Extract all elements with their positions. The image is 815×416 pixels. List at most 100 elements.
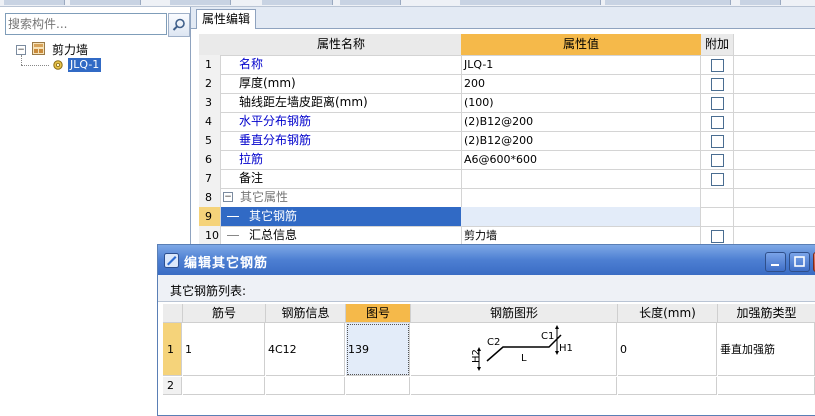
extra-checkbox[interactable] [711, 78, 724, 91]
extra-checkbox[interactable] [711, 116, 724, 129]
toolbar-dropdown[interactable] [262, 0, 333, 5]
property-value[interactable]: JLQ-1 [461, 55, 701, 74]
property-name-cell[interactable]: 厚度(mm) [221, 74, 462, 93]
dialog-cell-bar_no[interactable]: 1 [183, 323, 265, 376]
dialog-cell-fig[interactable] [346, 377, 410, 395]
extra-cell [701, 74, 734, 93]
minimize-icon [771, 264, 779, 266]
property-row[interactable]: 9 其它钢筋 [199, 207, 815, 227]
dialog-row-number: 1 [163, 323, 182, 376]
property-value[interactable]: (2)B12@200 [461, 131, 701, 150]
row-number: 10 [199, 226, 221, 245]
dialog-cell-shape[interactable] [411, 377, 617, 395]
property-row[interactable]: 2 厚度(mm) 200 [199, 74, 815, 94]
tab-property-edit[interactable]: 属性编辑 [196, 9, 256, 29]
dialog-header-shape: 钢筋图形 [411, 304, 618, 323]
property-name-cell[interactable]: 拉筋 [221, 150, 462, 169]
property-value[interactable] [461, 207, 701, 226]
property-name: 垂直分布钢筋 [239, 133, 312, 147]
group-collapse-toggle[interactable]: − [223, 192, 233, 202]
dialog-header-info: 钢筋信息 [266, 304, 346, 323]
tree-item-jlq1[interactable]: JLQ-1 [68, 58, 102, 72]
maximize-icon [794, 256, 805, 267]
dialog-cell-info[interactable] [266, 377, 345, 395]
property-value[interactable]: (2)B12@200 [461, 112, 701, 131]
dialog-cell-shape[interactable]: C2 C1 L H1 H2 [411, 323, 617, 376]
shape-label-h2: H2 [471, 349, 482, 363]
toolbar-button[interactable] [4, 0, 65, 5]
property-value[interactable] [461, 188, 701, 207]
dialog-cell-length[interactable]: 0 [618, 323, 717, 376]
dialog-cell-fig[interactable]: 139 [346, 323, 410, 376]
extra-cell [701, 207, 734, 226]
row-number: 1 [199, 55, 221, 74]
dialog-cell-length[interactable] [618, 377, 717, 395]
minimize-button[interactable] [765, 252, 786, 272]
extra-checkbox[interactable] [711, 173, 724, 186]
toolbar-button[interactable] [340, 0, 401, 5]
toolbar-button[interactable] [740, 0, 781, 5]
property-name-cell[interactable]: − 其它属性 [221, 188, 462, 207]
property-row[interactable]: 4 水平分布钢筋 (2)B12@200 [199, 112, 815, 132]
property-name-cell[interactable]: 轴线距左墙皮距离(mm) [221, 93, 462, 112]
search-box[interactable] [5, 13, 167, 35]
grid-corner [199, 34, 222, 55]
extra-checkbox[interactable] [711, 154, 724, 167]
extra-checkbox[interactable] [711, 135, 724, 148]
property-value[interactable]: 200 [461, 74, 701, 93]
main-toolbar [0, 0, 815, 7]
property-name-cell[interactable]: 其它钢筋 [221, 207, 462, 226]
toolbar-button[interactable] [605, 0, 731, 5]
property-name: 拉筋 [239, 152, 264, 166]
property-row[interactable]: 1 名称 JLQ-1 [199, 55, 815, 75]
component-gear-icon [53, 60, 63, 70]
property-row[interactable]: 7 备注 [199, 169, 815, 189]
property-name-cell[interactable]: 水平分布钢筋 [221, 112, 462, 131]
dialog-cell-info[interactable]: 4C12 [266, 323, 345, 376]
tree-item-root-label[interactable]: 剪力墙 [52, 41, 88, 58]
toolbar-button[interactable] [460, 0, 601, 5]
property-row[interactable]: 8− 其它属性 [199, 188, 815, 208]
toolbar-button[interactable] [170, 0, 231, 5]
extra-checkbox[interactable] [711, 97, 724, 110]
property-name-cell[interactable]: 备注 [221, 169, 462, 188]
header-extra: 附加 [701, 34, 734, 55]
search-input[interactable] [8, 16, 162, 31]
property-name-cell[interactable]: 名称 [221, 55, 462, 74]
toolbar-button[interactable] [70, 0, 141, 5]
row-number: 6 [199, 150, 221, 169]
property-name: 备注 [239, 171, 264, 185]
rebar-shape-diagram: C2 C1 L H1 H2 [471, 325, 573, 371]
header-property-value: 属性值 [461, 34, 702, 55]
maximize-button[interactable] [789, 252, 810, 272]
property-row[interactable]: 10 汇总信息 剪力墙 [199, 226, 815, 246]
property-row[interactable]: 6 拉筋 A6@600*600 [199, 150, 815, 170]
shape-label-l: L [521, 353, 527, 364]
property-value[interactable]: 剪力墙 [461, 226, 701, 245]
property-name: 汇总信息 [249, 228, 298, 242]
dialog-grid-corner [163, 304, 183, 323]
dialog-cell-type[interactable]: 垂直加强筋 [718, 323, 815, 376]
shape-label-c2: C2 [487, 337, 500, 348]
extra-checkbox[interactable] [711, 59, 724, 72]
row-number: 8 [199, 188, 221, 207]
property-row[interactable]: 3 轴线距左墙皮距离(mm) (100) [199, 93, 815, 113]
property-row[interactable]: 5 垂直分布钢筋 (2)B12@200 [199, 131, 815, 151]
dialog-cell-type[interactable] [718, 377, 815, 395]
search-button[interactable] [168, 13, 190, 37]
property-name: 水平分布钢筋 [239, 114, 312, 128]
property-name: 厚度(mm) [239, 76, 296, 90]
property-value[interactable] [461, 169, 701, 188]
row-number: 9 [199, 207, 221, 226]
tree-collapse-toggle[interactable]: − [16, 45, 26, 55]
property-value[interactable]: A6@600*600 [461, 150, 701, 169]
dialog-title-bar[interactable]: 编辑其它钢筋 [158, 245, 815, 275]
property-value[interactable]: (100) [461, 93, 701, 112]
dialog-cell-bar_no[interactable] [183, 377, 265, 395]
extra-cell [701, 188, 734, 207]
extra-checkbox[interactable] [711, 230, 724, 243]
property-name-cell[interactable]: 汇总信息 [221, 226, 462, 245]
header-property-name: 属性名称 [221, 34, 462, 55]
property-name-cell[interactable]: 垂直分布钢筋 [221, 131, 462, 150]
extra-cell [701, 93, 734, 112]
